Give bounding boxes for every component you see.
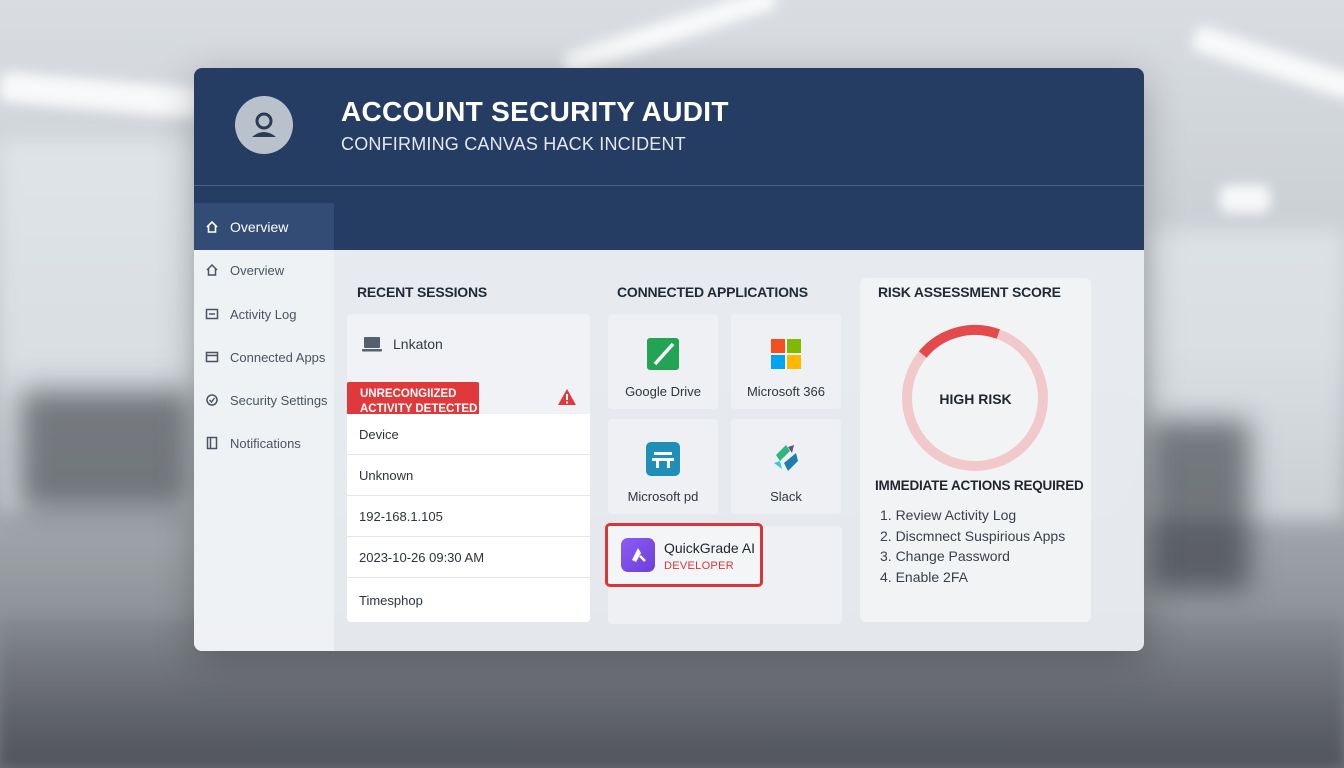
avatar [235,96,293,154]
action-item: 4. Enable 2FA [880,569,968,585]
app-name: Google Drive [625,384,701,399]
apps-icon [204,349,220,365]
alert-line-1: UNRECONGIIZED [360,388,457,400]
header-extension [334,186,1144,250]
planner-icon [646,442,680,476]
session-details-list: Device Unknown 192-168.1.105 2023-10-26 … [347,414,590,622]
page-subtitle: CONFIRMING CANVAS HACK INCIDENT [341,134,686,154]
sidebar-item-overview[interactable]: Overview [194,251,334,289]
sidebar-item-activity-log[interactable]: Activity Log [194,295,334,333]
sidebar-item-overview-active[interactable]: Overview [194,203,334,250]
recent-sessions-card: Lnkaton UNRECONGIIZED ACTIVITY DETECTED … [347,314,590,622]
action-item: 2. Discmnect Suspirious Apps [880,528,1066,544]
risk-title: RISK ASSESSMENT SCORE [878,284,1061,300]
session-row-timestamp: Timesphop [359,592,423,608]
sidebar-item-notifications[interactable]: Notifications [194,424,334,462]
home-icon [204,262,220,278]
quickgrade-icon [621,538,655,572]
sidebar-item-label: Connected Apps [230,349,326,365]
app-card-microsoft-pd[interactable]: Microsoft pd [608,419,718,514]
session-row-location: Unknown [347,455,590,496]
actions-title: IMMEDIATE ACTIONS REQUIRED [875,478,1084,493]
bell-icon [204,435,220,451]
action-item: 1. Review Activity Log [880,507,1017,523]
app-card-quickgrade-flagged[interactable]: QuickGrade AI DEVELOPER [605,523,763,587]
user-icon [252,112,276,137]
recent-sessions-title: RECENT SESSIONS [357,284,488,300]
laptop-icon [362,337,382,352]
app-name: Microsoft 366 [746,384,826,399]
session-row-ip: 192-168.1.105 [347,496,590,537]
app-name: Slack [770,489,802,504]
sidebar-item-label: Security Settings [230,392,328,408]
action-item: 3. Change Password [880,548,1010,564]
flagged-app-name: QuickGrade AI [664,540,756,556]
sidebar-item-label: Notifications [230,435,301,451]
list-icon [204,306,220,322]
app-card-slack[interactable]: Slack [731,419,841,514]
connected-apps-title: CONNECTED APPLICATIONS [617,284,808,300]
session-row-time: 2023-10-26 09:30 AM [347,537,590,578]
home-icon [204,219,220,235]
shield-icon [204,392,220,408]
sidebar-item-security-settings[interactable]: Security Settings [194,381,334,419]
risk-level-label: HIGH RISK [939,391,1012,407]
app-card-google-drive[interactable]: Google Drive [608,314,718,409]
warning-icon [558,389,576,405]
sidebar: Overview Overview Activity Log Connected… [194,203,334,651]
sidebar-item-connected-apps[interactable]: Connected Apps [194,338,334,376]
microsoft-icon [771,339,801,369]
session-device-name: Lnkaton [393,336,443,352]
session-device-header[interactable]: Lnkaton [347,314,590,374]
sidebar-item-label: Activity Log [230,306,297,322]
app-card-microsoft-366[interactable]: Microsoft 366 [731,314,841,409]
drive-icon [647,338,679,370]
session-row-device: Device [347,414,590,455]
sidebar-item-label: Overview [230,218,289,235]
sidebar-item-label: Overview [230,262,285,278]
risk-assessment-card: RISK ASSESSMENT SCORE HIGH RISK IMMEDIAT… [860,278,1091,622]
app-name: Microsoft pd [627,489,699,504]
flagged-app-role: DEVELOPER [664,560,734,572]
page-title: ACCOUNT SECURITY AUDIT [341,96,729,127]
slack-icon [774,445,798,471]
security-audit-panel: ACCOUNT SECURITY AUDIT CONFIRMING CANVAS… [194,68,1144,651]
